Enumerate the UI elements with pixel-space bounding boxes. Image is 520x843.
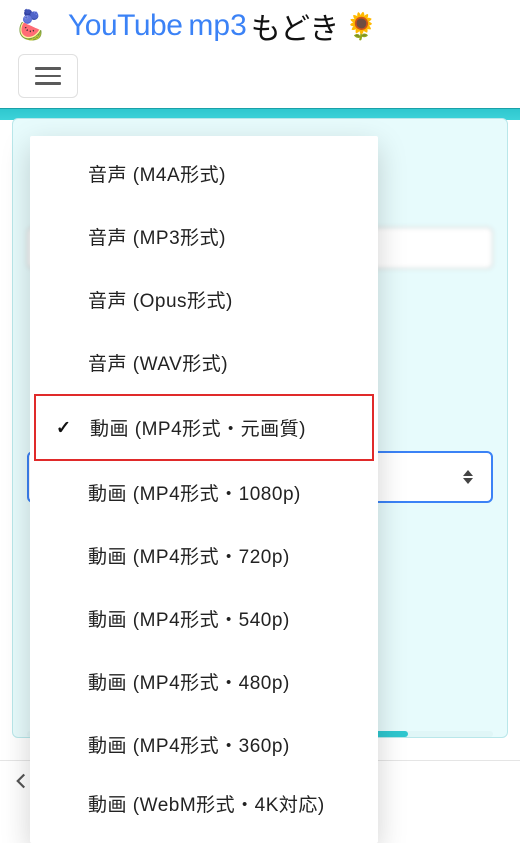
format-option[interactable]: 音声 (M4A形式) [30, 142, 378, 205]
format-option[interactable]: 動画 (MP4形式・360p) [30, 713, 378, 776]
brand-youtube: YouTube [68, 9, 182, 43]
format-option[interactable]: 動画 (MP4形式・720p) [30, 524, 378, 587]
format-option-label: 音声 (MP3形式) [88, 228, 226, 249]
format-dropdown: 音声 (M4A形式) 音声 (MP3形式) 音声 (Opus形式) 音声 (WAV形式… [30, 136, 378, 843]
format-option-label: 動画 (MP4形式・1080p) [88, 484, 301, 505]
menu-toggle-button[interactable] [18, 54, 78, 98]
format-option[interactable]: 音声 (Opus形式) [30, 268, 378, 331]
navbar [0, 50, 520, 108]
brand-mp3: mp3 [188, 9, 246, 43]
format-option-label: 音声 (M4A形式) [88, 165, 226, 186]
format-option-label: 動画 (MP4形式・720p) [88, 547, 290, 568]
format-option[interactable]: 音声 (WAV形式) [30, 331, 378, 394]
brand-modoki: もどき [251, 4, 340, 48]
sunflower-icon: 🌻 [345, 11, 377, 42]
format-option-label: 動画 (MP4形式・540p) [88, 610, 290, 631]
format-option[interactable]: 音声 (MP3形式) [30, 205, 378, 268]
site-header: 🫐 🍉 YouTube mp3 もどき 🌻 [0, 0, 520, 50]
format-option[interactable]: ✓ 動画 (MP4形式・元画質) [34, 394, 374, 461]
format-option[interactable]: 動画 (MP4形式・540p) [30, 587, 378, 650]
format-option-label: 動画 (MP4形式・元画質) [90, 419, 306, 440]
select-caret-icon [463, 470, 473, 484]
logo-fruits-icon: 🫐 🍉 [18, 8, 64, 44]
format-option-label: 音声 (WAV形式) [88, 354, 228, 375]
format-option[interactable]: 動画 (MP4形式・1080p) [30, 461, 378, 524]
format-option-label: 動画 (MP4形式・360p) [88, 736, 290, 757]
hamburger-icon [35, 67, 61, 85]
check-icon: ✓ [56, 417, 72, 438]
format-option[interactable]: 動画 (MP4形式・480p) [30, 650, 378, 713]
format-option[interactable]: 動画 (WebM形式・4K対応) [30, 776, 378, 837]
format-option-label: 音声 (Opus形式) [88, 291, 233, 312]
format-option-label: 動画 (MP4形式・480p) [88, 673, 290, 694]
format-option-label: 動画 (WebM形式・4K対応) [88, 795, 325, 816]
